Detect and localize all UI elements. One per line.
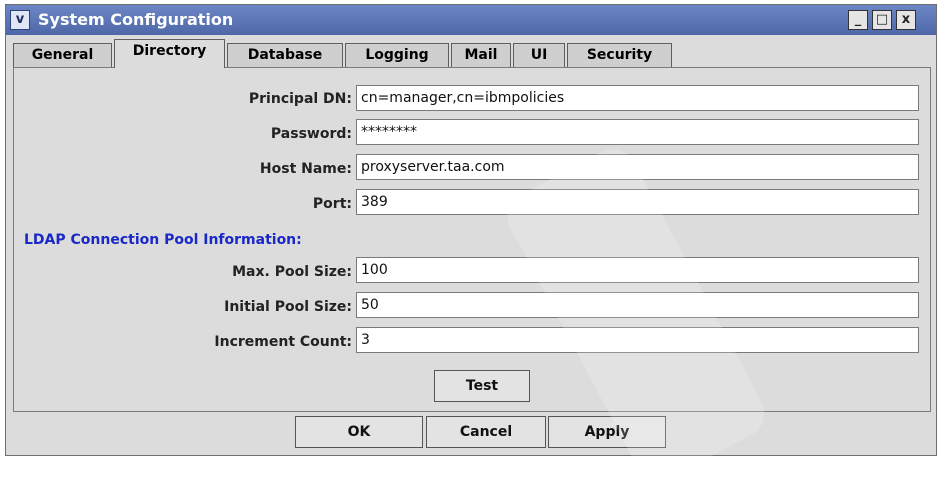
increment-count-label: Increment Count:: [214, 334, 352, 350]
increment-count-input[interactable]: 3: [356, 327, 919, 353]
tab-security[interactable]: Security: [567, 43, 672, 67]
port-label: Port:: [312, 196, 352, 212]
tab-database[interactable]: Database: [227, 43, 343, 67]
cancel-button[interactable]: Cancel: [426, 416, 546, 448]
tab-ui[interactable]: UI: [513, 43, 565, 67]
close-icon[interactable]: x: [896, 10, 916, 30]
window-menu-icon[interactable]: v: [10, 10, 30, 30]
ok-button[interactable]: OK: [295, 416, 423, 448]
tab-mail[interactable]: Mail: [451, 43, 511, 67]
system-configuration-window: v System Configuration _ □ x General Dir…: [5, 4, 937, 489]
port-input[interactable]: 389: [356, 189, 919, 215]
tab-directory[interactable]: Directory: [114, 39, 225, 68]
directory-panel: Principal DN: cn=manager,cn=ibmpolicies …: [13, 67, 931, 412]
initial-pool-size-label: Initial Pool Size:: [224, 299, 352, 315]
host-name-label: Host Name:: [259, 161, 352, 177]
tab-logging[interactable]: Logging: [345, 43, 449, 67]
password-input[interactable]: ********: [356, 119, 919, 145]
principal-dn-label: Principal DN:: [248, 91, 352, 107]
minimize-icon[interactable]: _: [848, 10, 868, 30]
initial-pool-size-input[interactable]: 50: [356, 292, 919, 318]
principal-dn-input[interactable]: cn=manager,cn=ibmpolicies: [356, 85, 919, 111]
host-name-input[interactable]: proxyserver.taa.com: [356, 154, 919, 180]
max-pool-size-label: Max. Pool Size:: [232, 264, 352, 280]
window-title: System Configuration: [38, 10, 234, 29]
max-pool-size-input[interactable]: 100: [356, 257, 919, 283]
apply-button[interactable]: Apply: [548, 416, 666, 448]
test-button[interactable]: Test: [434, 370, 530, 402]
password-label: Password:: [270, 126, 352, 142]
maximize-icon[interactable]: □: [872, 10, 892, 30]
tab-general[interactable]: General: [13, 43, 112, 67]
tab-bar: General Directory Database Logging Mail …: [13, 39, 933, 68]
ldap-pool-section-title: LDAP Connection Pool Information:: [24, 232, 302, 248]
title-bar: v System Configuration _ □ x: [6, 5, 936, 35]
dialog-footer: OK Cancel Apply: [13, 412, 931, 452]
